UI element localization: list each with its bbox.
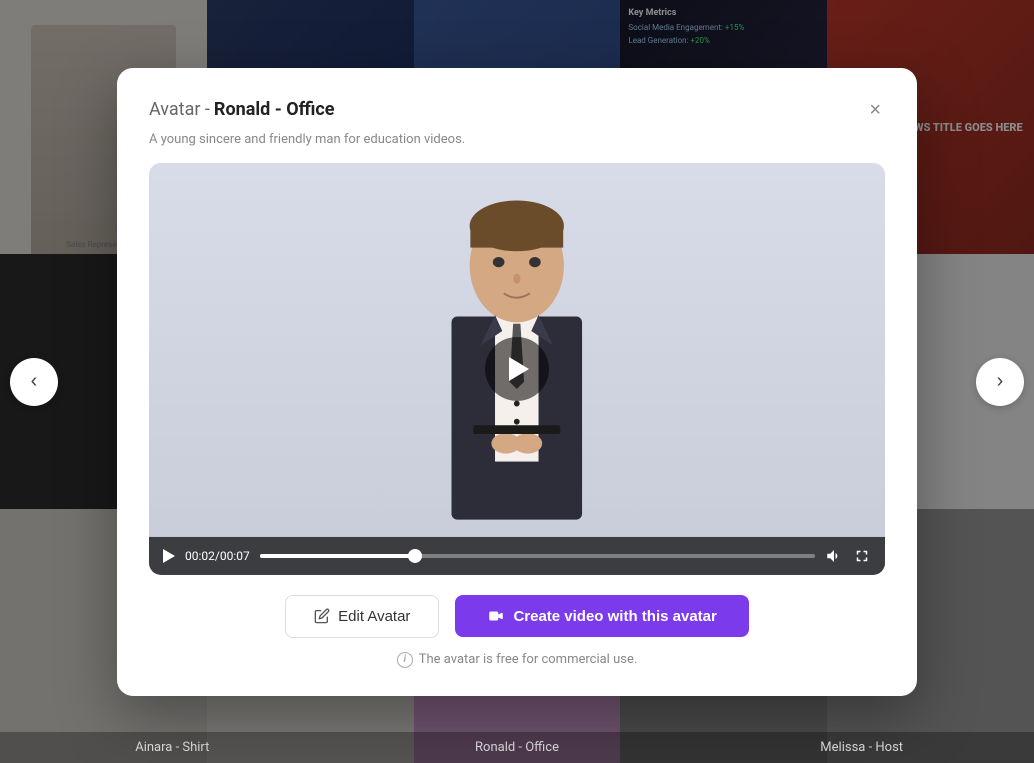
avatar-modal: Avatar - Ronald - Office × A young since… [117,67,917,695]
bottom-labels: Ainara - Shirt Ronald - Office Melissa -… [0,732,1034,763]
modal-title: Avatar - Ronald - Office [149,99,335,120]
bottom-label-ronald: Ronald - Office [345,732,690,763]
next-arrow-button[interactable]: › [976,358,1024,406]
edit-avatar-button[interactable]: Edit Avatar [285,595,439,638]
video-play-button[interactable] [163,549,175,563]
volume-button[interactable] [825,547,843,565]
create-button-label: Create video with this avatar [513,608,716,625]
commercial-note-text: The avatar is free for commercial use. [419,652,638,667]
chevron-right-icon: › [997,370,1004,393]
current-time: 00:02 [185,549,215,563]
total-time: 00:07 [220,549,250,563]
modal-subtitle: A young sincere and friendly man for edu… [149,131,885,146]
title-prefix: Avatar - [149,99,210,120]
close-button[interactable]: × [865,95,885,123]
bottom-label-melissa: Melissa - Host [689,732,1034,763]
edit-button-label: Edit Avatar [338,608,410,625]
progress-thumb [408,549,422,563]
action-buttons-row: Edit Avatar Create video with this avata… [149,595,885,638]
edit-icon [314,608,330,624]
fullscreen-icon [853,547,871,565]
bottom-label-ainara: Ainara - Shirt [0,732,345,763]
title-bold: Ronald - Office [214,99,335,120]
modal-header: Avatar - Ronald - Office × [149,95,885,123]
progress-fill [260,554,415,558]
video-progress-bar[interactable] [260,554,815,558]
video-camera-icon [487,607,505,625]
play-button-overlay[interactable] [485,336,549,400]
video-container: 00:02/00:07 [149,162,885,574]
video-time: 00:02/00:07 [185,549,250,563]
commercial-note: i The avatar is free for commercial use. [149,652,885,668]
info-icon: i [397,652,413,668]
create-video-button[interactable]: Create video with this avatar [455,595,748,637]
chevron-left-icon: ‹ [31,370,38,393]
close-icon: × [869,99,881,119]
play-icon [509,356,529,380]
volume-icon [825,547,843,565]
fullscreen-button[interactable] [853,547,871,565]
video-play-icon [163,549,175,563]
video-controls-bar: 00:02/00:07 [149,537,885,575]
prev-arrow-button[interactable]: ‹ [10,358,58,406]
